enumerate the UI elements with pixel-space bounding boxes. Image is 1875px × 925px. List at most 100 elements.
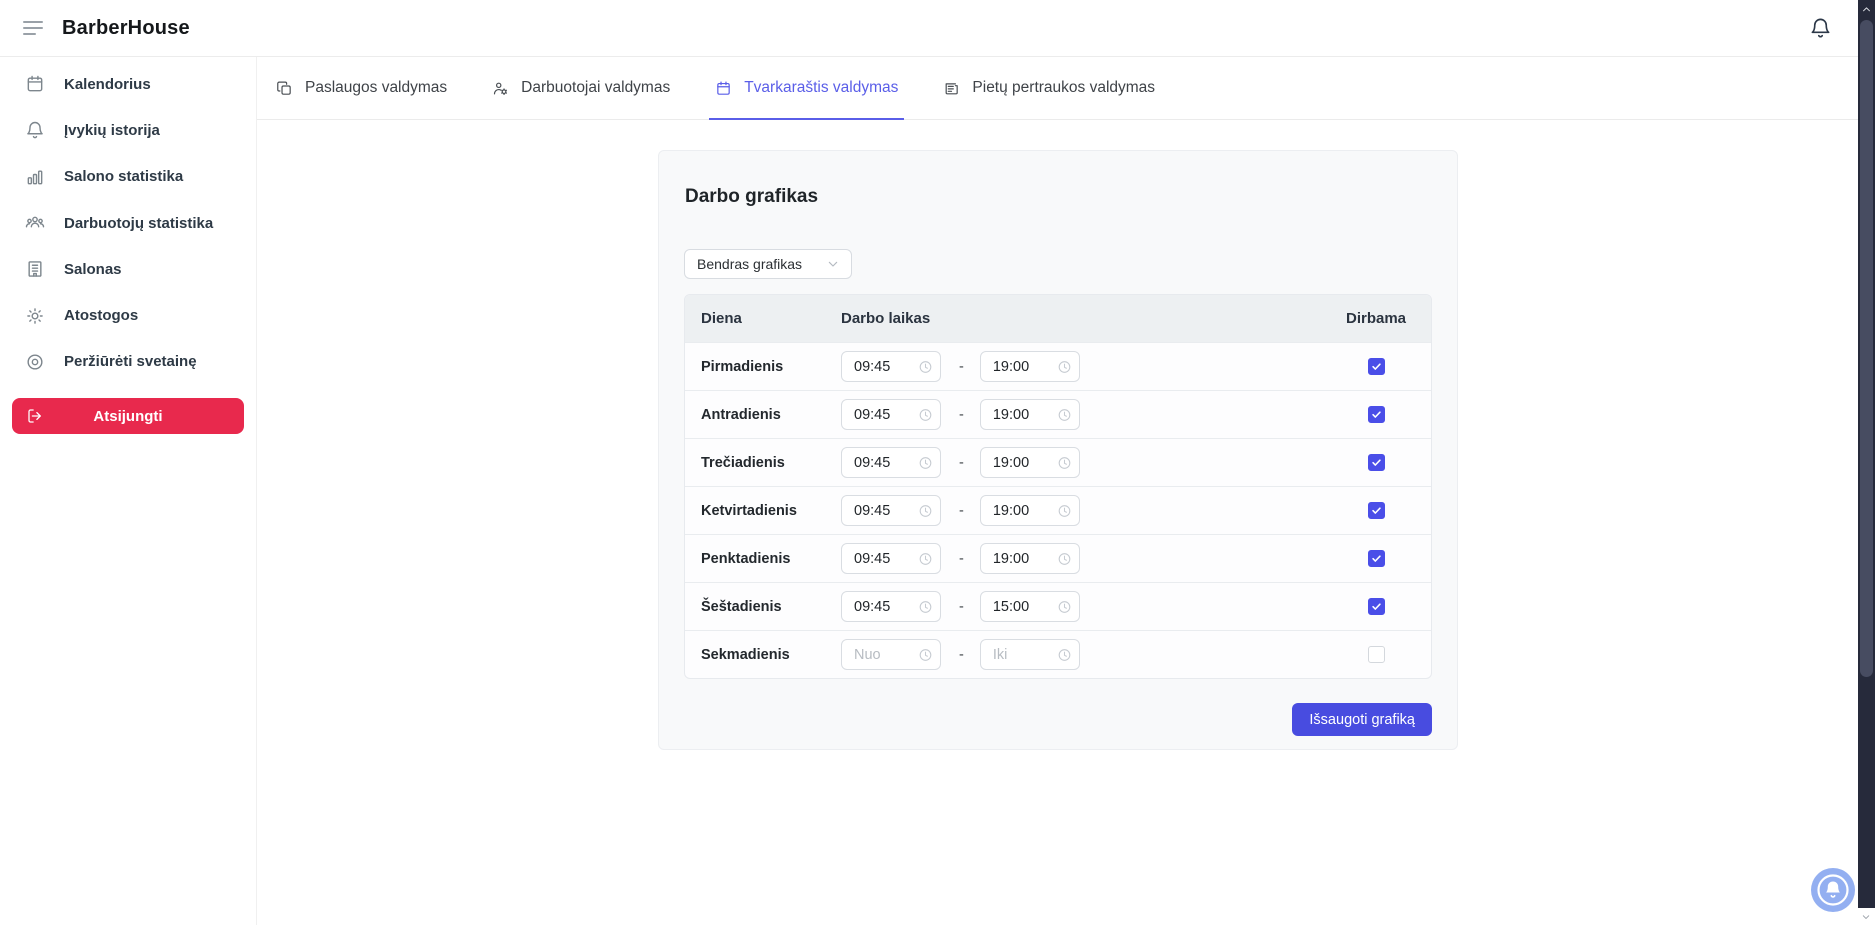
eye-icon bbox=[25, 352, 45, 372]
tab-lunch[interactable]: Pietų pertraukos valdymas bbox=[941, 57, 1157, 119]
time-to-input[interactable] bbox=[980, 639, 1080, 670]
schedule-table: Diena Darbo laikas Dirbama Pirmadienis -… bbox=[684, 294, 1432, 679]
day-label: Trečiadienis bbox=[685, 455, 841, 471]
working-hours-cell: - bbox=[841, 351, 1321, 382]
time-to-input[interactable] bbox=[980, 591, 1080, 622]
check-icon bbox=[1371, 361, 1382, 372]
notifications-bell-button[interactable] bbox=[1809, 17, 1832, 40]
hamburger-icon bbox=[23, 33, 36, 35]
working-cell bbox=[1321, 550, 1431, 567]
working-cell bbox=[1321, 406, 1431, 423]
time-from-input[interactable] bbox=[841, 543, 941, 574]
hamburger-icon bbox=[23, 27, 43, 29]
main-content: Paslaugos valdymas Darbuotojai valdymas … bbox=[257, 57, 1858, 925]
scroll-down-arrow[interactable] bbox=[1858, 908, 1874, 925]
check-icon bbox=[1371, 601, 1382, 612]
table-row: Trečiadienis - bbox=[685, 438, 1431, 486]
working-hours-cell: - bbox=[841, 639, 1321, 670]
time-from-input[interactable] bbox=[841, 351, 941, 382]
sidebar-item-label: Salonas bbox=[64, 261, 122, 278]
bell-circle-icon bbox=[1811, 868, 1855, 912]
tab-services[interactable]: Paslaugos valdymas bbox=[274, 57, 449, 119]
table-row: Pirmadienis - bbox=[685, 342, 1431, 390]
day-label: Penktadienis bbox=[685, 551, 841, 567]
logout-icon bbox=[26, 407, 44, 425]
table-header-row: Diena Darbo laikas Dirbama bbox=[685, 295, 1431, 342]
time-from-input[interactable] bbox=[841, 495, 941, 526]
time-from-input[interactable] bbox=[841, 639, 941, 670]
working-checkbox[interactable] bbox=[1368, 454, 1385, 471]
table-row: Penktadienis - bbox=[685, 534, 1431, 582]
scrollbar-track[interactable] bbox=[1858, 0, 1875, 908]
working-hours-cell: - bbox=[841, 399, 1321, 430]
check-icon bbox=[1371, 457, 1382, 468]
working-checkbox[interactable] bbox=[1368, 550, 1385, 567]
save-schedule-button[interactable]: Išsaugoti grafiką bbox=[1292, 703, 1432, 736]
working-checkbox[interactable] bbox=[1368, 598, 1385, 615]
time-separator: - bbox=[959, 503, 964, 519]
chevron-down-icon bbox=[825, 256, 841, 272]
day-label: Pirmadienis bbox=[685, 359, 841, 375]
floating-notifications-button[interactable] bbox=[1811, 868, 1855, 912]
sidebar: Kalendorius Įvykių istorija Salono stati… bbox=[0, 57, 257, 925]
tab-bar: Paslaugos valdymas Darbuotojai valdymas … bbox=[257, 57, 1858, 120]
check-icon bbox=[1371, 553, 1382, 564]
tab-employees[interactable]: Darbuotojai valdymas bbox=[490, 57, 672, 119]
tab-schedule[interactable]: Tvarkaraštis valdymas bbox=[713, 57, 900, 119]
time-to-input[interactable] bbox=[980, 495, 1080, 526]
working-cell bbox=[1321, 358, 1431, 375]
logout-button[interactable]: Atsijungti bbox=[12, 398, 244, 434]
scrollbar-thumb[interactable] bbox=[1860, 20, 1873, 677]
working-cell bbox=[1321, 502, 1431, 519]
working-cell bbox=[1321, 598, 1431, 615]
time-separator: - bbox=[959, 407, 964, 423]
card-actions: Išsaugoti grafiką bbox=[684, 703, 1432, 736]
time-to-input[interactable] bbox=[980, 351, 1080, 382]
sidebar-item-bell[interactable]: Įvykių istorija bbox=[0, 107, 256, 153]
time-to-input[interactable] bbox=[980, 399, 1080, 430]
services-icon bbox=[276, 80, 293, 97]
check-icon bbox=[1371, 505, 1382, 516]
time-to-input[interactable] bbox=[980, 447, 1080, 478]
sidebar-item-calendar[interactable]: Kalendorius bbox=[0, 61, 256, 107]
sidebar-item-eye[interactable]: Peržiūrėti svetainę bbox=[0, 339, 256, 385]
sidebar-item-sun[interactable]: Atostogos bbox=[0, 292, 256, 338]
hamburger-icon bbox=[23, 21, 43, 23]
time-to-input[interactable] bbox=[980, 543, 1080, 574]
time-from-input[interactable] bbox=[841, 447, 941, 478]
sidebar-item-label: Peržiūrėti svetainę bbox=[64, 353, 197, 370]
sidebar-nav: Kalendorius Įvykių istorija Salono stati… bbox=[0, 57, 256, 385]
calendar-icon bbox=[25, 74, 45, 94]
working-checkbox[interactable] bbox=[1368, 406, 1385, 423]
sidebar-item-people[interactable]: Darbuotojų statistika bbox=[0, 200, 256, 246]
schedule-type-select[interactable]: Bendras grafikas bbox=[684, 249, 852, 279]
working-hours-cell: - bbox=[841, 543, 1321, 574]
working-checkbox[interactable] bbox=[1368, 358, 1385, 375]
time-separator: - bbox=[959, 599, 964, 615]
working-checkbox[interactable] bbox=[1368, 502, 1385, 519]
sidebar-item-building[interactable]: Salonas bbox=[0, 246, 256, 292]
working-hours-cell: - bbox=[841, 591, 1321, 622]
column-header-working: Dirbama bbox=[1321, 310, 1431, 327]
sidebar-item-bar-chart[interactable]: Salono statistika bbox=[0, 154, 256, 200]
card-title: Darbo grafikas bbox=[685, 186, 1432, 208]
menu-toggle-button[interactable] bbox=[23, 19, 45, 37]
bar-chart-icon bbox=[25, 167, 45, 187]
tab-label: Paslaugos valdymas bbox=[305, 79, 447, 97]
time-from-input[interactable] bbox=[841, 399, 941, 430]
sidebar-item-label: Kalendorius bbox=[64, 76, 151, 93]
tab-label: Darbuotojai valdymas bbox=[521, 79, 670, 97]
working-hours-cell: - bbox=[841, 495, 1321, 526]
tab-label: Tvarkaraštis valdymas bbox=[744, 79, 898, 97]
working-checkbox[interactable] bbox=[1368, 646, 1385, 663]
scroll-up-arrow-icon[interactable] bbox=[1860, 3, 1873, 16]
working-cell bbox=[1321, 454, 1431, 471]
top-header: BarberHouse bbox=[0, 0, 1858, 57]
day-label: Šeštadienis bbox=[685, 599, 841, 615]
column-header-day: Diena bbox=[685, 310, 841, 327]
time-from-input[interactable] bbox=[841, 591, 941, 622]
bell-icon bbox=[1809, 17, 1832, 40]
people-icon bbox=[25, 213, 45, 233]
sidebar-item-label: Atostogos bbox=[64, 307, 138, 324]
sidebar-item-label: Įvykių istorija bbox=[64, 122, 160, 139]
